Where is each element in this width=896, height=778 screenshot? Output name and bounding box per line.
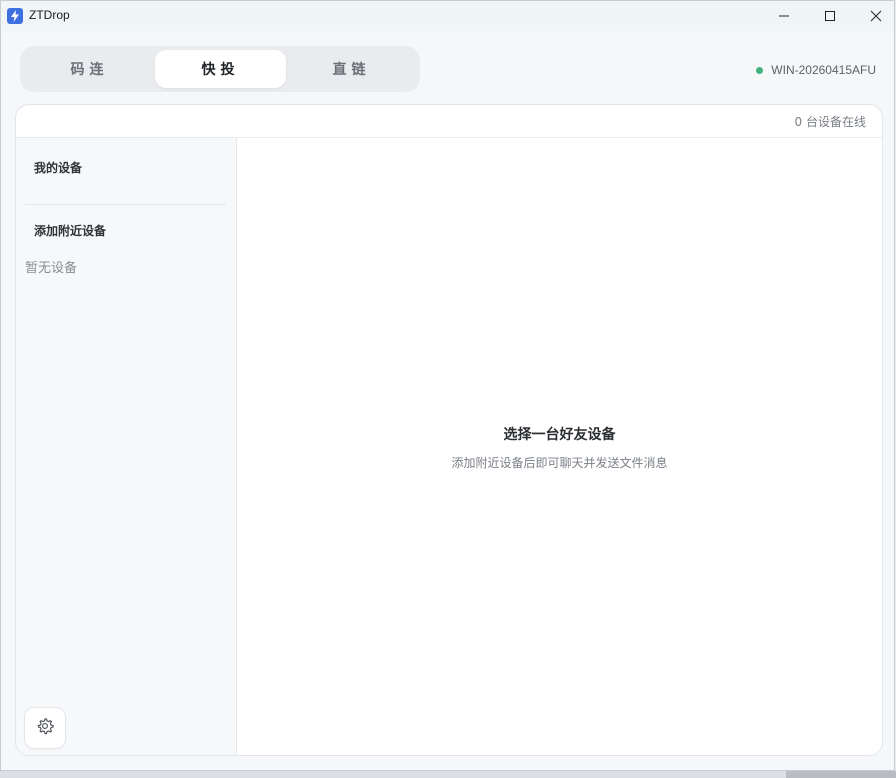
online-status-dot [756,66,764,74]
tab-direct-link[interactable]: 直链 [286,50,417,88]
close-button[interactable] [853,1,896,31]
add-nearby-heading: 添加附近设备 [34,224,107,238]
tab-code-connect[interactable]: 码连 [24,50,155,88]
app-window: ZTDrop 码连 快投 直链 WIN-20260415AFU 0 台设备在线 [0,0,895,771]
empty-state-subtitle: 添加附近设备后即可聊天并发送文件消息 [451,456,668,470]
title-bar[interactable]: ZTDrop [1,1,894,31]
chat-area: 选择一台好友设备 添加附近设备后即可聊天并发送文件消息 [237,138,882,755]
background-window-edge [786,771,896,778]
gear-icon [36,717,54,739]
no-devices-text: 暂无设备 [25,261,78,276]
device-sidebar: 我的设备 添加附近设备 暂无设备 [16,138,237,755]
minimize-icon [778,7,790,26]
host-status: WIN-20260415AFU [756,61,876,79]
window-title: ZTDrop [29,8,70,22]
tab-quick-cast[interactable]: 快投 [155,50,286,88]
mode-tabs: 码连 快投 直链 [20,46,420,92]
online-device-count: 0 台设备在线 [794,115,866,129]
close-icon [870,7,882,26]
lightning-icon [7,8,23,24]
settings-button[interactable] [24,707,66,749]
empty-state-title: 选择一台好友设备 [503,427,616,443]
my-devices-heading: 我的设备 [34,161,83,175]
host-name: WIN-20260415AFU [771,63,876,77]
minimize-button[interactable] [761,1,807,31]
sidebar-divider [25,204,226,205]
device-panel: 0 台设备在线 我的设备 添加附近设备 暂无设备 选择一台好友设备 添加附近设备… [15,104,883,756]
maximize-icon [824,7,836,26]
panel-header: 0 台设备在线 [16,105,882,138]
desktop-background [0,771,896,778]
maximize-button[interactable] [807,1,853,31]
